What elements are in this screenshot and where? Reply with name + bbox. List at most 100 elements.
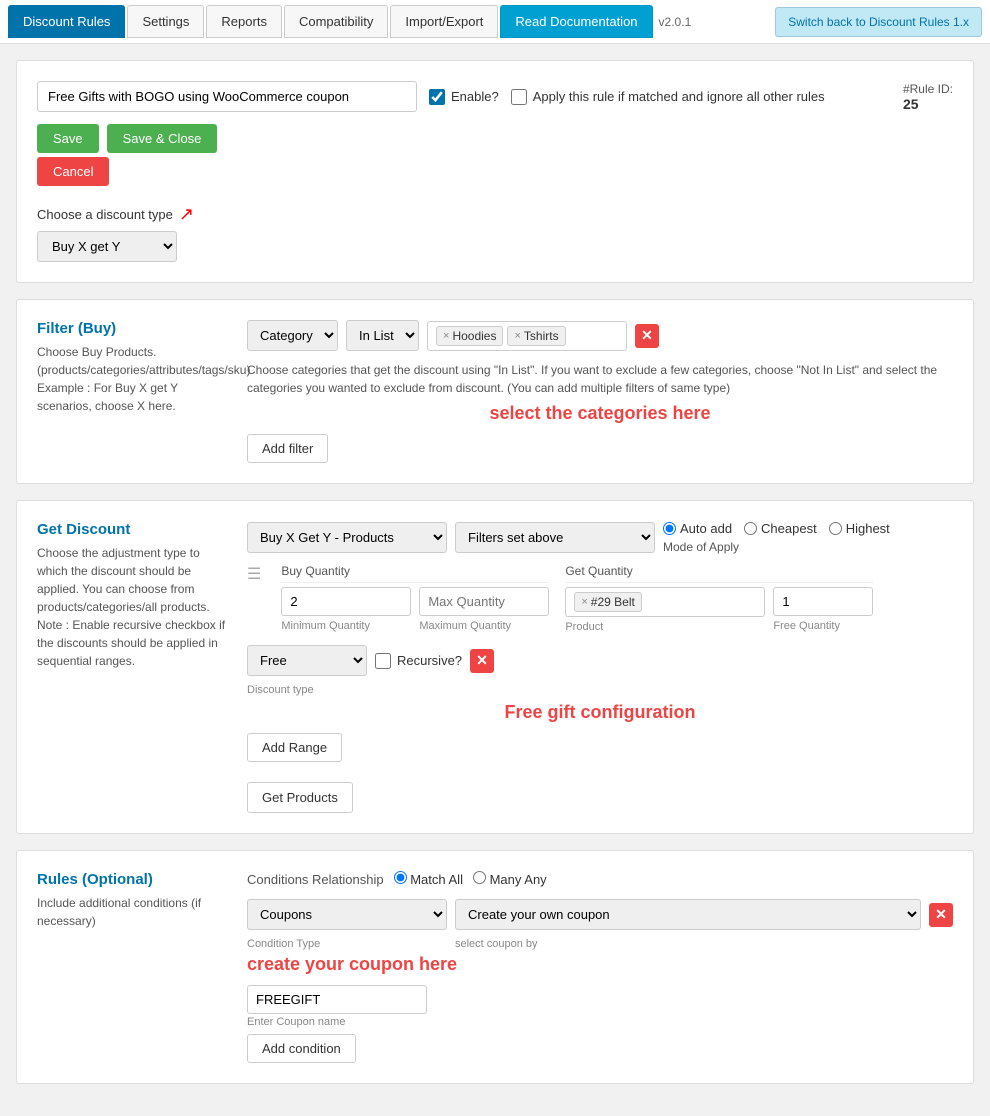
rule-name-input[interactable] bbox=[37, 81, 417, 112]
filter-op-select[interactable]: In List bbox=[346, 320, 419, 351]
discount-type-text: Choose a discount type bbox=[37, 207, 173, 222]
ignore-text: Apply this rule if matched and ignore al… bbox=[533, 89, 825, 104]
coupon-type-select[interactable]: Create your own coupon bbox=[455, 899, 921, 930]
filter-buy-card: Filter (Buy) Choose Buy Products. (produ… bbox=[16, 299, 974, 484]
tab-compatibility[interactable]: Compatibility bbox=[284, 5, 388, 38]
mode-auto-add-label: Auto add bbox=[680, 521, 732, 536]
save-button[interactable]: Save bbox=[37, 124, 99, 153]
max-qty-sub-label: Maximum Quantity bbox=[419, 620, 549, 632]
discount-row-delete-button[interactable]: ✕ bbox=[470, 649, 494, 673]
drag-handle-icon[interactable]: ☰ bbox=[247, 564, 261, 584]
main-content: Enable? Apply this rule if matched and i… bbox=[0, 44, 990, 1116]
tab-reports[interactable]: Reports bbox=[206, 5, 282, 38]
enter-coupon-name-label: Enter Coupon name bbox=[247, 1016, 953, 1028]
filter-buy-right: Category In List × Hoodies × Tshirts bbox=[247, 320, 953, 463]
get-qty-row: × #29 Belt Product Free Quantity bbox=[565, 587, 873, 633]
filter-buy-title: Filter (Buy) bbox=[37, 320, 231, 337]
min-qty-input[interactable] bbox=[281, 587, 411, 616]
get-discount-description: Choose the adjustment type to which the … bbox=[37, 544, 231, 670]
add-range-button[interactable]: Add Range bbox=[247, 733, 342, 762]
get-products-button[interactable]: Get Products bbox=[247, 782, 353, 813]
buy-qty-label: Buy Quantity bbox=[281, 564, 549, 583]
match-all-label[interactable]: Match All bbox=[394, 871, 463, 887]
filter-based-on-select[interactable]: Filters set above bbox=[455, 522, 655, 553]
tab-discount-rules[interactable]: Discount Rules bbox=[8, 5, 125, 38]
mode-auto-add-radio[interactable] bbox=[663, 522, 676, 535]
select-categories-note: select the categories here bbox=[247, 403, 953, 424]
free-discount-select[interactable]: Free bbox=[247, 645, 367, 676]
tab-settings[interactable]: Settings bbox=[127, 5, 204, 38]
tab-read-documentation[interactable]: Read Documentation bbox=[500, 5, 652, 38]
tag-input-area[interactable]: × Hoodies × Tshirts bbox=[427, 321, 627, 351]
ignore-checkbox[interactable] bbox=[511, 89, 527, 105]
condition-type-label: Condition Type bbox=[247, 938, 447, 950]
coupon-note: create your coupon here bbox=[247, 954, 953, 975]
switch-back-button[interactable]: Switch back to Discount Rules 1.x bbox=[775, 7, 982, 37]
get-discount-layout: Get Discount Choose the adjustment type … bbox=[37, 521, 953, 762]
enable-checkbox[interactable] bbox=[429, 89, 445, 105]
discount-type-sub-label: Discount type bbox=[247, 684, 953, 696]
tag-tshirts-remove[interactable]: × bbox=[514, 330, 520, 342]
product-sub-label: Product bbox=[565, 621, 765, 633]
red-arrow-icon: ↗ bbox=[179, 204, 194, 225]
coupons-select[interactable]: Coupons bbox=[247, 899, 447, 930]
action-buttons: Save Save & Close Cancel bbox=[37, 124, 217, 186]
match-all-radio[interactable] bbox=[394, 871, 407, 884]
mode-of-apply-label: Mode of Apply bbox=[663, 540, 890, 554]
tag-tshirts: × Tshirts bbox=[507, 326, 565, 346]
filter-delete-button[interactable]: ✕ bbox=[635, 324, 659, 348]
cancel-button[interactable]: Cancel bbox=[37, 157, 109, 186]
product-tag-label: #29 Belt bbox=[591, 595, 635, 609]
get-discount-type-select[interactable]: Buy X Get Y - Products bbox=[247, 522, 447, 553]
get-qty-label: Get Quantity bbox=[565, 564, 873, 583]
rules-optional-right: Conditions Relationship Match All Many A… bbox=[247, 871, 953, 1063]
filter-type-select[interactable]: Category bbox=[247, 320, 338, 351]
max-qty-input[interactable] bbox=[419, 587, 549, 616]
product-tag-area[interactable]: × #29 Belt bbox=[565, 587, 765, 617]
mode-highest-label: Highest bbox=[846, 521, 890, 536]
filter-buy-left: Filter (Buy) Choose Buy Products. (produ… bbox=[37, 320, 247, 463]
many-any-label[interactable]: Many Any bbox=[473, 871, 547, 887]
mode-highest-radio[interactable] bbox=[829, 522, 842, 535]
mode-auto-add[interactable]: Auto add bbox=[663, 521, 732, 536]
free-qty-input[interactable] bbox=[773, 587, 873, 616]
mode-cheapest-label: Cheapest bbox=[761, 521, 817, 536]
product-tag: × #29 Belt bbox=[574, 592, 641, 612]
rule-id-number: 25 bbox=[903, 96, 919, 112]
coupon-name-input[interactable] bbox=[247, 985, 427, 1014]
condition-delete-button[interactable]: ✕ bbox=[929, 903, 953, 927]
recursive-check: Recursive? bbox=[375, 653, 462, 669]
get-discount-left: Get Discount Choose the adjustment type … bbox=[37, 521, 247, 762]
mode-radio-group: Auto add Cheapest Highest bbox=[663, 521, 890, 536]
save-close-button[interactable]: Save & Close bbox=[107, 124, 218, 153]
tab-import-export[interactable]: Import/Export bbox=[390, 5, 498, 38]
rule-name-row: Enable? Apply this rule if matched and i… bbox=[37, 81, 953, 186]
version-label: v2.0.1 bbox=[659, 15, 692, 29]
conditions-relationship-row: Conditions Relationship Match All Many A… bbox=[247, 871, 953, 887]
buy-qty-inputs: Minimum Quantity Maximum Quantity bbox=[281, 587, 549, 632]
mode-cheapest[interactable]: Cheapest bbox=[744, 521, 817, 536]
rule-id-block: #Rule ID: 25 bbox=[903, 82, 953, 112]
many-any-text: Many Any bbox=[490, 872, 547, 887]
top-navigation: Discount Rules Settings Reports Compatib… bbox=[0, 0, 990, 44]
filter-note: Choose categories that get the discount … bbox=[247, 361, 953, 397]
mode-cheapest-radio[interactable] bbox=[744, 522, 757, 535]
tag-hoodies-label: Hoodies bbox=[452, 329, 496, 343]
filter-buy-layout: Filter (Buy) Choose Buy Products. (produ… bbox=[37, 320, 953, 463]
add-condition-button[interactable]: Add condition bbox=[247, 1034, 356, 1063]
sub-label-row: Condition Type select coupon by bbox=[247, 938, 953, 950]
rules-optional-card: Rules (Optional) Include additional cond… bbox=[16, 850, 974, 1084]
add-filter-button[interactable]: Add filter bbox=[247, 434, 328, 463]
product-tag-remove[interactable]: × bbox=[581, 596, 587, 608]
discount-type-discount-row: Free Recursive? ✕ bbox=[247, 645, 953, 676]
tag-hoodies-remove[interactable]: × bbox=[443, 330, 449, 342]
discount-type-select[interactable]: Buy X get Y bbox=[37, 231, 177, 262]
rule-name-card: Enable? Apply this rule if matched and i… bbox=[16, 60, 974, 283]
match-all-text: Match All bbox=[410, 872, 463, 887]
many-any-radio[interactable] bbox=[473, 871, 486, 884]
mode-highest[interactable]: Highest bbox=[829, 521, 890, 536]
recursive-checkbox[interactable] bbox=[375, 653, 391, 669]
conditions-rel-label: Conditions Relationship bbox=[247, 872, 384, 887]
free-gift-note: Free gift configuration bbox=[247, 702, 953, 723]
get-discount-title: Get Discount bbox=[37, 521, 231, 538]
